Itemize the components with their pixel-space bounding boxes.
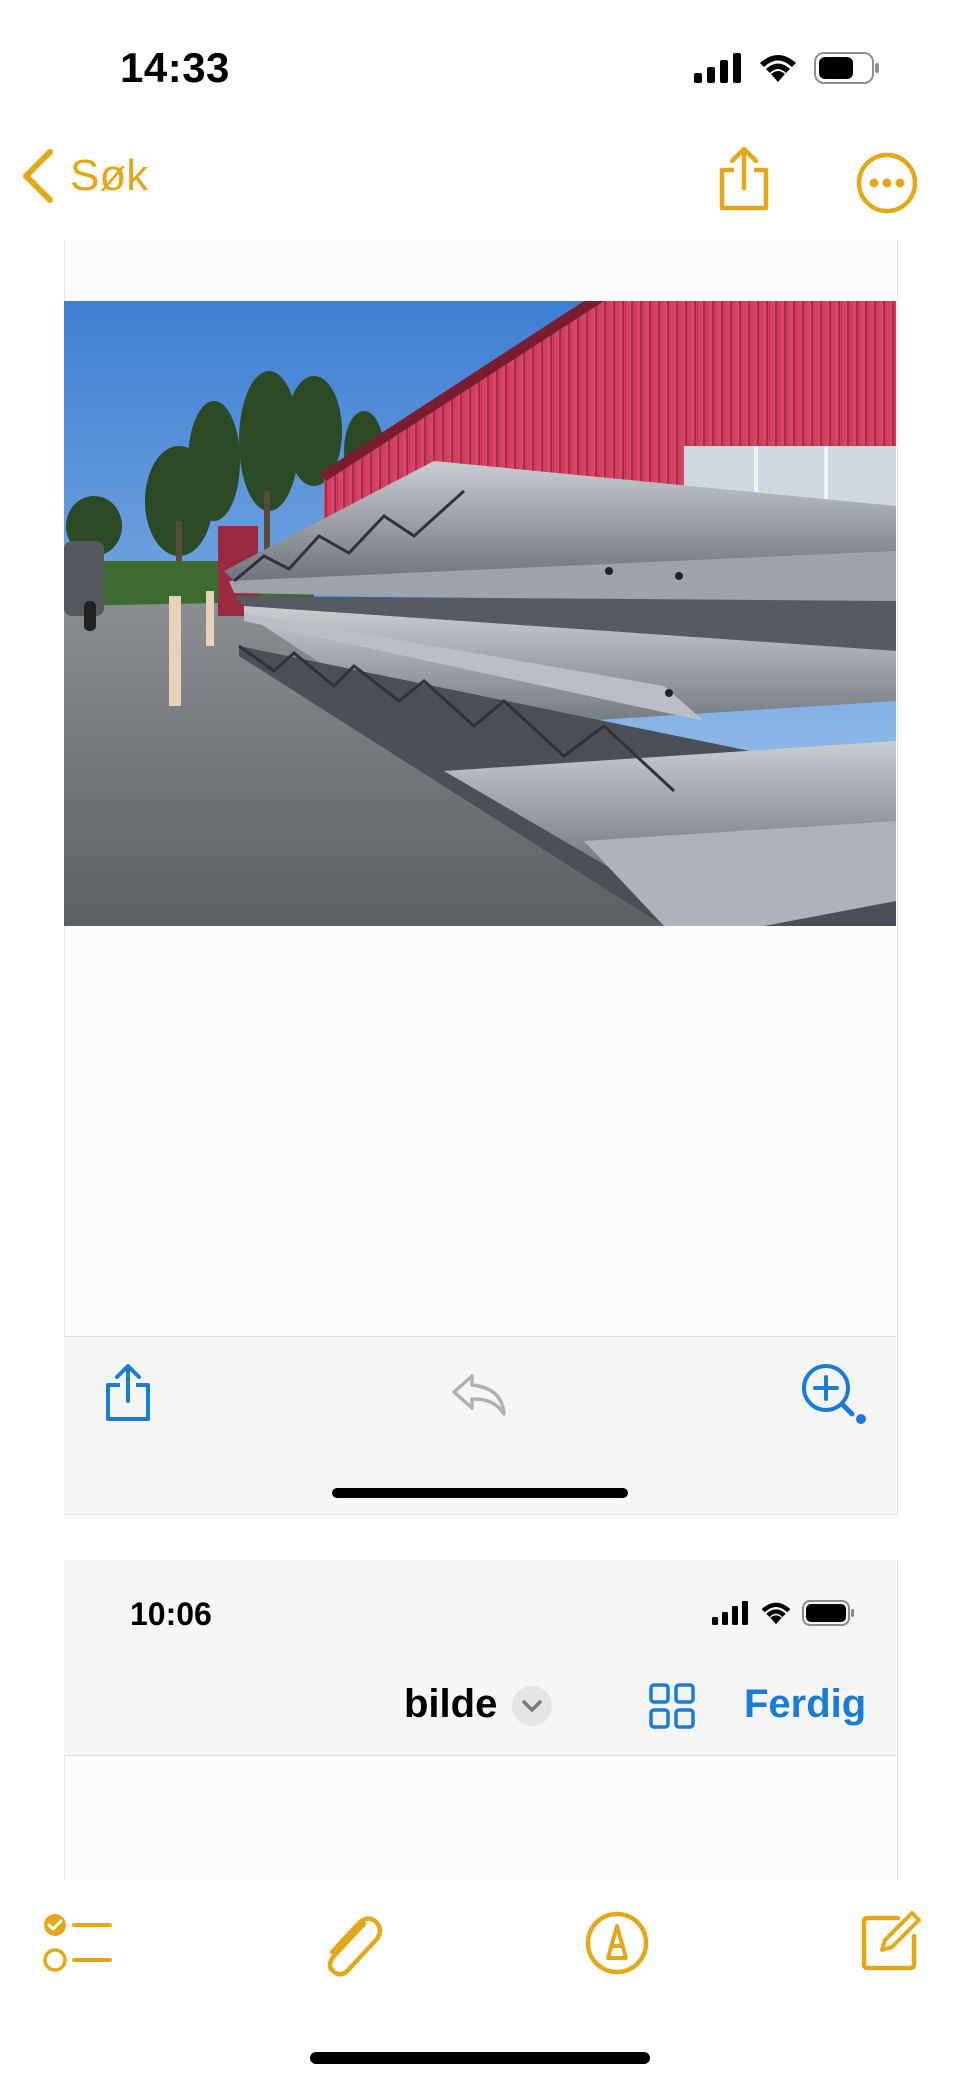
home-indicator [310, 2052, 650, 2064]
home-indicator [332, 1488, 628, 1498]
attachment-button[interactable] [318, 1910, 384, 1985]
markup-button[interactable] [584, 1910, 650, 1981]
compose-icon [861, 1911, 921, 1971]
wifi-icon [761, 1602, 791, 1625]
share-icon [106, 1364, 150, 1421]
status-icons [694, 52, 880, 84]
grid-view-button[interactable] [648, 1682, 696, 1735]
paperclip-icon [327, 1916, 383, 1977]
signal-icon [712, 1601, 748, 1625]
image-share-button[interactable] [104, 1364, 152, 1427]
bottom-toolbar [0, 1880, 960, 2081]
status-time: 14:33 [120, 44, 230, 91]
more-button[interactable] [856, 152, 918, 219]
image-zoom-button[interactable] [800, 1362, 870, 1433]
checklist-button[interactable] [42, 1912, 114, 1981]
battery-icon [802, 1600, 854, 1626]
signal-icon [694, 53, 741, 83]
screenshot-2-status-icons [712, 1600, 856, 1626]
more-icon [856, 152, 918, 214]
compose-button[interactable] [858, 1910, 922, 1979]
markup-pen-icon [585, 1911, 649, 1975]
photo[interactable] [64, 301, 896, 926]
zoom-in-icon [802, 1364, 866, 1424]
grid-icon [649, 1683, 695, 1729]
chevron-left-icon [23, 149, 53, 203]
notes-screen: 14:33 Søk 10:06 bilde Ferdig [0, 0, 960, 2081]
share-button[interactable] [716, 146, 772, 217]
screenshot-2-title: bilde [404, 1682, 498, 1726]
checklist-icon [43, 1914, 112, 1972]
steel-sheets-photo [64, 301, 896, 926]
reply-icon [452, 1374, 506, 1416]
wifi-icon [760, 55, 796, 82]
title-menu-button[interactable] [512, 1686, 552, 1726]
screenshot-2-time: 10:06 [130, 1596, 212, 1632]
chevron-down-icon [522, 1700, 542, 1712]
done-button[interactable]: Ferdig [744, 1682, 866, 1727]
back-button[interactable]: Søk [18, 148, 148, 204]
battery-icon [814, 52, 879, 84]
back-label: Søk [70, 151, 149, 200]
image-reply-button[interactable] [450, 1372, 508, 1423]
share-icon [719, 146, 769, 211]
